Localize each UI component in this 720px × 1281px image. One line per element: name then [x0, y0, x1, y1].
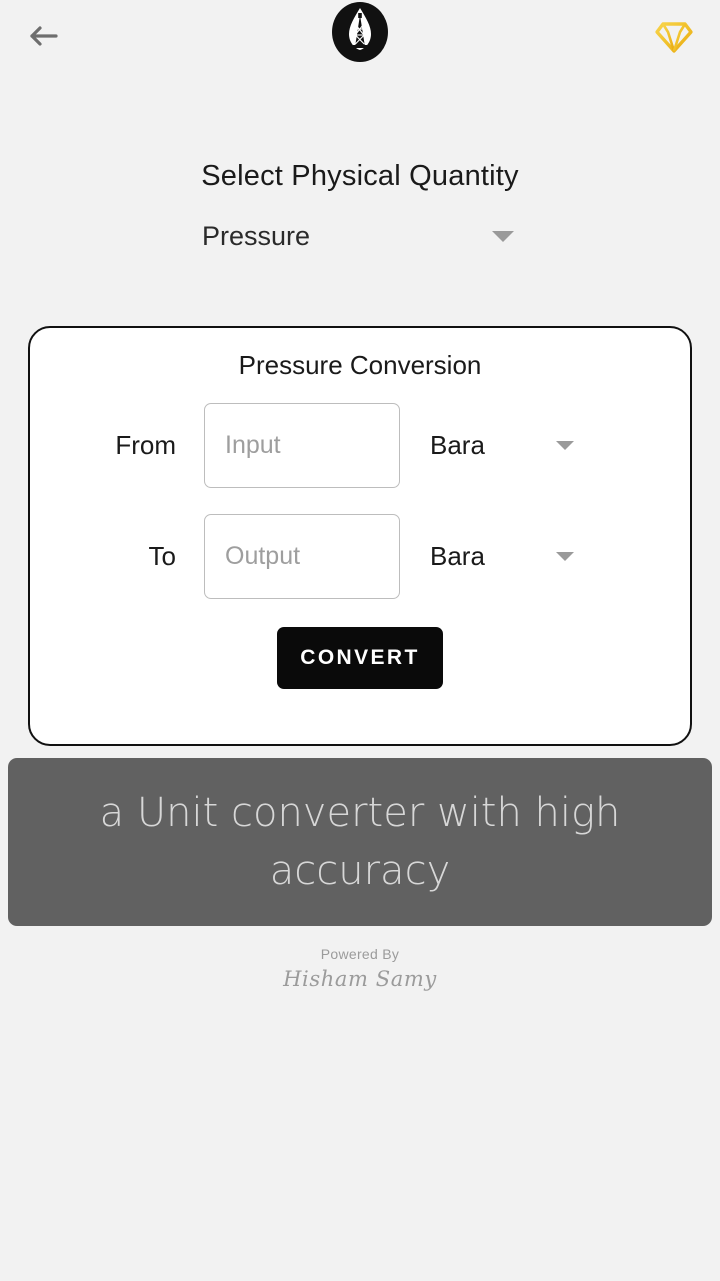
from-row: From Input Bara	[30, 403, 690, 488]
chevron-down-icon	[492, 230, 514, 242]
convert-button[interactable]: CONVERT	[277, 627, 443, 689]
app-logo	[329, 1, 391, 68]
oil-derrick-logo-icon	[329, 1, 391, 68]
to-output[interactable]: Output	[204, 514, 400, 599]
to-label: To	[148, 541, 176, 571]
conversion-card: Pressure Conversion From Input Bara To O…	[28, 326, 692, 746]
to-output-placeholder: Output	[225, 542, 301, 570]
physical-quantity-value: Pressure	[202, 220, 311, 251]
from-label: From	[115, 430, 176, 460]
to-unit-value: Bara	[430, 541, 485, 571]
chevron-down-icon	[556, 552, 574, 561]
tagline-banner[interactable]: a Unit converter with high accuracy	[8, 758, 712, 926]
arrow-left-icon	[24, 16, 64, 56]
from-unit-dropdown[interactable]: Bara	[430, 430, 590, 461]
from-input-placeholder: Input	[225, 431, 281, 459]
powered-by-label: Powered By	[320, 946, 400, 962]
from-unit-value: Bara	[430, 430, 485, 460]
physical-quantity-dropdown[interactable]: Pressure	[202, 213, 518, 259]
conversion-card-title: Pressure Conversion	[238, 350, 482, 380]
chevron-down-icon	[556, 441, 574, 450]
from-input[interactable]: Input	[204, 403, 400, 488]
quantity-section: Select Physical Quantity Pressure	[0, 160, 720, 259]
app-bar	[0, 0, 720, 72]
diamond-gem-icon	[652, 12, 696, 61]
author-name: Hisham Samy	[283, 967, 437, 991]
tagline-text: a Unit converter with high accuracy	[99, 790, 621, 894]
page-title: Select Physical Quantity	[201, 160, 519, 192]
to-unit-dropdown[interactable]: Bara	[430, 541, 590, 572]
footer: Powered By Hisham Samy	[0, 946, 720, 991]
premium-button[interactable]	[640, 8, 696, 64]
to-row: To Output Bara	[30, 514, 690, 599]
back-button[interactable]	[24, 8, 80, 64]
